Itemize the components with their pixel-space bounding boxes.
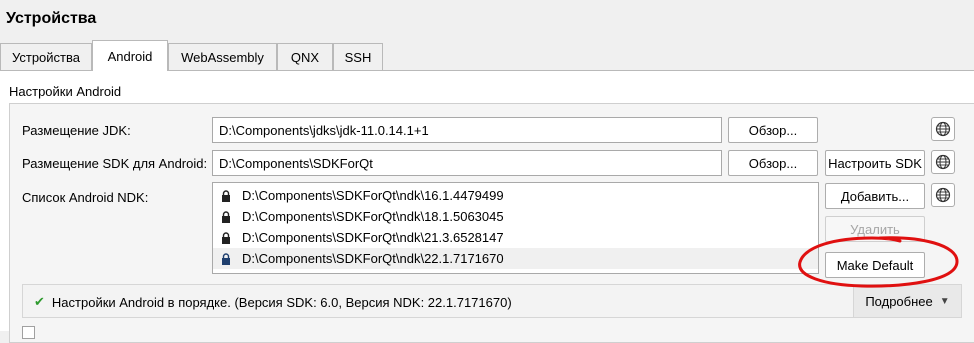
ndk-list-item[interactable]: D:\Components\SDKForQt\ndk\21.3.6528147 xyxy=(213,227,818,248)
lock-icon xyxy=(222,210,230,223)
details-label: Подробнее xyxy=(865,293,933,309)
jdk-download-button[interactable] xyxy=(931,117,955,141)
ndk-download-button[interactable] xyxy=(931,183,955,207)
ndk-list-item[interactable]: D:\Components\SDKForQt\ndk\16.1.4479499 xyxy=(213,185,818,206)
sdk-location-label: Размещение SDK для Android: xyxy=(22,156,208,171)
ndk-path: D:\Components\SDKForQt\ndk\21.3.6528147 xyxy=(242,230,504,245)
tab-webassembly[interactable]: WebAssembly xyxy=(168,43,277,70)
jdk-browse-button[interactable]: Обзор... xyxy=(728,117,818,143)
lock-icon xyxy=(222,189,230,202)
check-icon: ✔ xyxy=(34,294,45,309)
page-title: Устройства xyxy=(6,10,97,27)
jdk-location-field[interactable]: D:\Components\jdks\jdk-11.0.14.1+1 xyxy=(212,117,722,143)
ndk-path: D:\Components\SDKForQt\ndk\16.1.4479499 xyxy=(242,188,504,203)
globe-icon xyxy=(935,187,951,203)
jdk-location-label: Размещение JDK: xyxy=(22,123,131,138)
status-message: ✔ Настройки Android в порядке. (Версия S… xyxy=(34,294,512,310)
chevron-down-icon: ▼ xyxy=(939,295,950,307)
ndk-list-item-selected[interactable]: D:\Components\SDKForQt\ndk\22.1.7171670 xyxy=(213,248,818,269)
ndk-list[interactable]: D:\Components\SDKForQt\ndk\16.1.4479499 … xyxy=(212,182,819,274)
globe-icon xyxy=(935,154,951,170)
sdk-location-field[interactable]: D:\Components\SDKForQt xyxy=(212,150,722,176)
tab-qnx[interactable]: QNX xyxy=(277,43,333,70)
status-bar: ✔ Настройки Android в порядке. (Версия S… xyxy=(22,284,962,318)
status-text: Настройки Android в порядке. (Версия SDK… xyxy=(51,294,512,310)
tab-ssh[interactable]: SSH xyxy=(333,43,383,70)
add-ndk-button[interactable]: Добавить... xyxy=(825,183,925,209)
lock-icon xyxy=(222,231,230,244)
ndk-path: D:\Components\SDKForQt\ndk\22.1.7171670 xyxy=(242,251,504,266)
details-button[interactable]: Подробнее ▼ xyxy=(853,285,961,317)
group-title: Настройки Android xyxy=(9,84,122,99)
sdk-browse-button[interactable]: Обзор... xyxy=(728,150,818,176)
ndk-path: D:\Components\SDKForQt\ndk\18.1.5063045 xyxy=(242,209,504,224)
lock-icon xyxy=(222,252,230,265)
globe-icon xyxy=(935,121,951,137)
ndk-list-label: Список Android NDK: xyxy=(22,190,149,205)
sdk-download-button[interactable] xyxy=(931,150,955,174)
make-default-button[interactable]: Make Default xyxy=(825,252,925,278)
ndk-list-item[interactable]: D:\Components\SDKForQt\ndk\18.1.5063045 xyxy=(213,206,818,227)
option-checkbox[interactable] xyxy=(22,326,35,339)
tab-android[interactable]: Android xyxy=(92,40,168,71)
tab-devices[interactable]: Устройства xyxy=(0,43,92,70)
remove-ndk-button[interactable]: Удалить xyxy=(825,216,925,242)
setup-sdk-button[interactable]: Настроить SDK xyxy=(825,150,925,176)
